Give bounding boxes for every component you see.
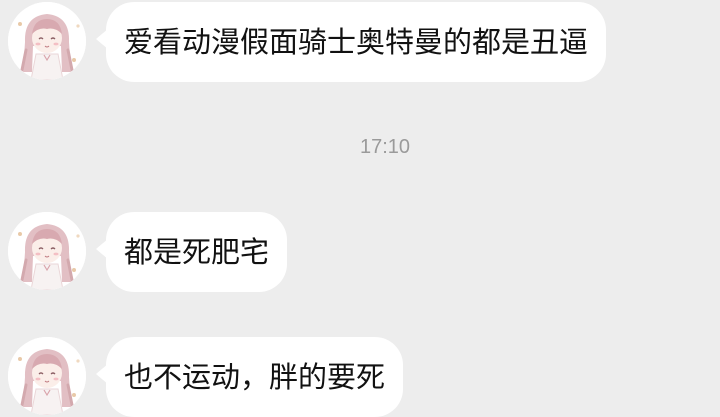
chat-area: 爱看动漫假面骑士奥特曼的都是丑逼 17:10 都是死肥宅 也不运动，胖的要死 (0, 0, 720, 417)
avatar[interactable] (8, 337, 86, 415)
avatar[interactable] (8, 2, 86, 80)
avatar[interactable] (8, 212, 86, 290)
message-row: 也不运动，胖的要死 (0, 337, 720, 417)
message-bubble[interactable]: 也不运动，胖的要死 (106, 337, 404, 417)
message-row: 爱看动漫假面骑士奥特曼的都是丑逼 (0, 2, 720, 82)
message-row: 都是死肥宅 (0, 212, 720, 292)
message-bubble[interactable]: 都是死肥宅 (106, 212, 288, 292)
message-bubble[interactable]: 爱看动漫假面骑士奥特曼的都是丑逼 (106, 2, 607, 82)
avatar-image (8, 2, 86, 80)
timestamp: 17:10 (359, 136, 411, 158)
avatar-image (8, 337, 86, 415)
avatar-image (8, 212, 86, 290)
